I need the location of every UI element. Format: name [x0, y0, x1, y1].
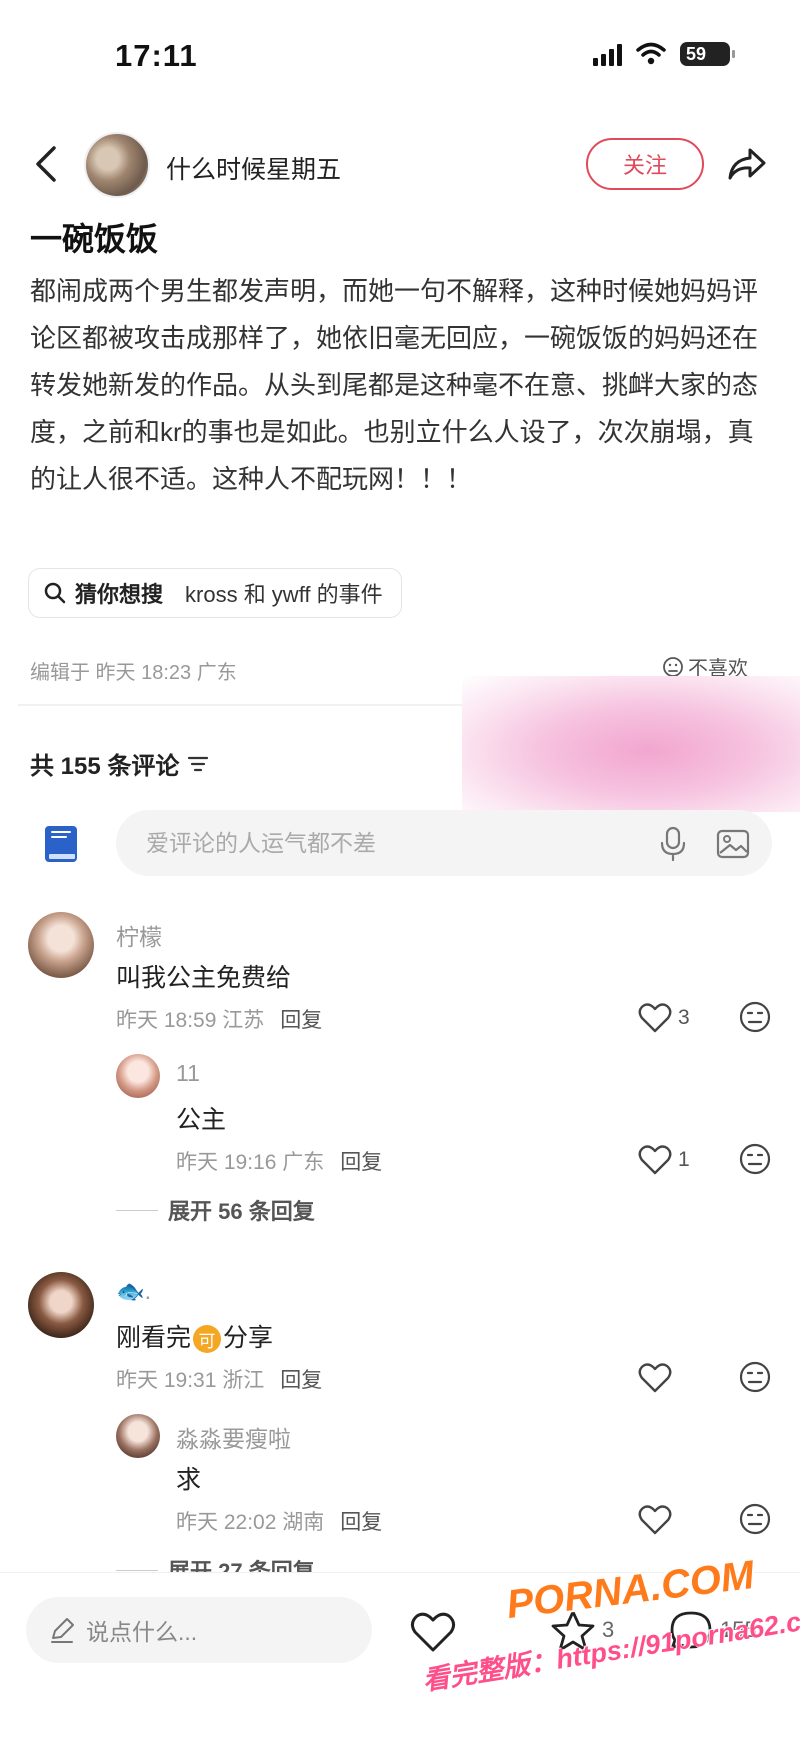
- status-bar: 17:11 59: [0, 0, 800, 110]
- divider: [18, 704, 463, 706]
- microphone-icon[interactable]: [658, 826, 688, 862]
- back-arrow-icon[interactable]: [28, 142, 64, 186]
- book-icon[interactable]: [42, 824, 80, 864]
- image-icon[interactable]: [716, 828, 750, 860]
- reply-text: 求: [176, 1466, 202, 1494]
- search-term: kross 和 ywff 的事件: [185, 582, 383, 607]
- commenter-avatar[interactable]: [28, 912, 94, 978]
- like-icon[interactable]: [410, 1611, 456, 1653]
- commenter-name[interactable]: 🐟.: [116, 1278, 151, 1305]
- comment-count[interactable]: 共 155 条评论: [30, 746, 209, 781]
- dislike-face-icon[interactable]: [738, 1142, 772, 1176]
- reply-button[interactable]: 回复: [340, 1511, 382, 1534]
- search-icon: [44, 582, 66, 604]
- comment-count-label: 共 155 条评论: [30, 753, 180, 780]
- comment-text-after: 分享: [223, 1324, 274, 1352]
- expand-replies[interactable]: 展开 56 条回复: [116, 1194, 315, 1226]
- sort-icon: [188, 756, 209, 771]
- reply-button[interactable]: 回复: [280, 1369, 322, 1392]
- commenter-avatar[interactable]: [28, 1272, 94, 1338]
- reply-button[interactable]: 回复: [340, 1151, 382, 1174]
- comment-text: 叫我公主免费给: [116, 964, 292, 992]
- battery-level: 59: [686, 43, 707, 64]
- reply-meta: 昨天 19:16 广东 回复: [176, 1146, 382, 1176]
- reply-avatar[interactable]: [116, 1054, 160, 1098]
- comment-item: 🐟. 刚看完可分享 昨天 19:31 浙江 回复 淼淼要瘦啦 求 昨天 22:02…: [0, 1272, 800, 1584]
- blur-overlay: [462, 676, 800, 812]
- dislike-face-icon[interactable]: [738, 1360, 772, 1394]
- dislike-face-icon[interactable]: [738, 1000, 772, 1034]
- expand-label: 展开 56 条回复: [168, 1199, 315, 1224]
- comment-item: 柠檬 叫我公主免费给 昨天 18:59 江苏 回复 3 11 公主 昨天 19:1…: [0, 912, 800, 1224]
- status-icons: 59: [593, 42, 735, 66]
- comment-meta: 昨天 18:59 江苏 回复: [116, 1004, 322, 1034]
- post-body: 都闹成两个男生都发声明，而她一句不解释，这种时候她妈妈评论区都被攻击成那样了，她…: [30, 276, 759, 494]
- edit-info: 编辑于 昨天 18:23 广东: [30, 662, 237, 684]
- share-icon[interactable]: [724, 142, 770, 186]
- pencil-icon: [51, 1618, 74, 1643]
- commenter-name[interactable]: 柠檬: [116, 918, 162, 952]
- reply-button[interactable]: 回复: [280, 1009, 322, 1032]
- search-prefix: 猜你想搜: [75, 582, 164, 607]
- post-header: 什么时候星期五 关注: [0, 130, 800, 200]
- expand-line: [116, 1569, 158, 1571]
- heart-icon[interactable]: [638, 1144, 672, 1176]
- reply-time-location: 昨天 19:16 广东: [176, 1151, 325, 1174]
- coin-badge: 可: [193, 1325, 222, 1354]
- comment-text-before: 刚看完: [116, 1324, 192, 1352]
- reply-name[interactable]: 11: [176, 1060, 200, 1087]
- post-title: 一碗饭饭: [30, 221, 159, 257]
- heart-icon[interactable]: [638, 1362, 672, 1394]
- say-placeholder: 说点什么...: [86, 1619, 198, 1645]
- follow-button[interactable]: 关注: [586, 138, 704, 190]
- reply-text: 公主: [176, 1106, 227, 1134]
- expand-line: [116, 1209, 158, 1211]
- author-avatar[interactable]: [84, 132, 150, 198]
- heart-icon[interactable]: [638, 1002, 672, 1034]
- battery-icon: 59: [680, 42, 735, 66]
- comment-meta: 昨天 19:31 浙江 回复: [116, 1364, 322, 1394]
- signal-icon: [593, 42, 622, 66]
- suggested-search-chip[interactable]: 猜你想搜 kross 和 ywff 的事件: [28, 568, 402, 618]
- wifi-icon: [636, 42, 666, 65]
- reply-avatar[interactable]: [116, 1414, 160, 1458]
- like-count: 1: [678, 1148, 690, 1171]
- comment-time-location: 昨天 18:59 江苏: [116, 1009, 265, 1032]
- reply-time-location: 昨天 22:02 湖南: [176, 1511, 325, 1534]
- reply-name[interactable]: 淼淼要瘦啦: [176, 1420, 291, 1454]
- say-something-input[interactable]: 说点什么...: [26, 1597, 372, 1663]
- heart-icon[interactable]: [638, 1504, 672, 1536]
- comment-text: 刚看完可分享: [116, 1318, 273, 1354]
- reply-meta: 昨天 22:02 湖南 回复: [176, 1506, 382, 1536]
- like-count: 3: [678, 1006, 690, 1029]
- dislike-face-icon: [663, 656, 683, 677]
- comment-time-location: 昨天 19:31 浙江: [116, 1369, 265, 1392]
- author-name[interactable]: 什么时候星期五: [166, 150, 341, 186]
- dislike-face-icon[interactable]: [738, 1502, 772, 1536]
- status-time: 17:11: [115, 38, 198, 73]
